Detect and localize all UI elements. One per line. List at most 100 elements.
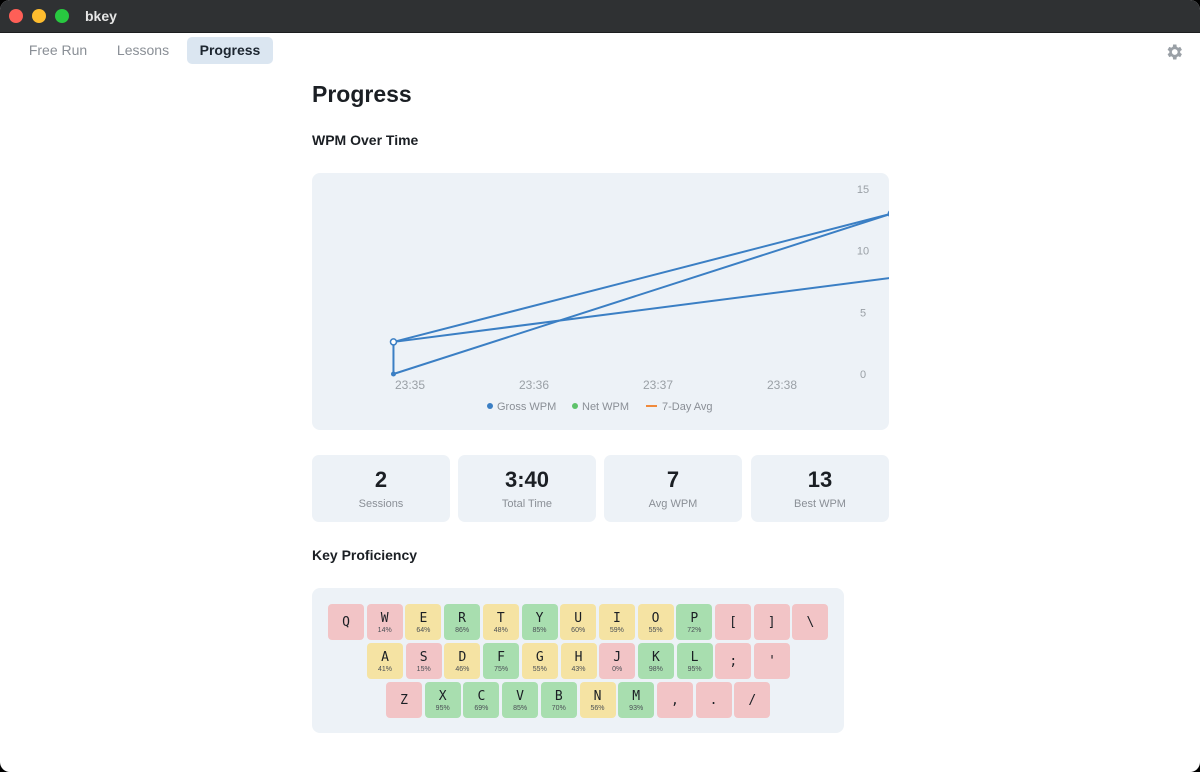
key-1-9: ;: [715, 643, 752, 679]
key-1-4: G 55%: [521, 643, 558, 679]
key-label: N: [593, 689, 602, 704]
key-accuracy: 14%: [377, 627, 392, 634]
key-label: J: [613, 650, 622, 665]
series-line-net-wpm: [393, 213, 889, 375]
y-tick-label: 10: [857, 246, 869, 258]
gear-icon[interactable]: [1164, 42, 1184, 62]
legend-label: 7-Day Avg: [662, 401, 713, 413]
key-label: H: [574, 650, 583, 665]
close-window-button[interactable]: [9, 9, 23, 23]
key-accuracy: 56%: [590, 705, 605, 712]
key-label: /: [748, 693, 757, 708]
wpm-chart: 0 5 10 15 23:35 23:36 23:37 23:38 Gross WPM Net W…: [389, 184, 889, 413]
x-tick-label: 23:35: [395, 378, 425, 392]
key-accuracy: 95%: [435, 705, 450, 712]
key-label: K: [651, 650, 660, 665]
key-accuracy: 69%: [474, 705, 489, 712]
key-label: D: [458, 650, 467, 665]
key-label: C: [477, 689, 486, 704]
key-label: ,: [670, 693, 679, 708]
key-1-0: A 41%: [367, 643, 403, 679]
stat-card-total-time: 3:40 Total Time: [458, 455, 596, 522]
keys-section-title: Key Proficiency: [312, 547, 418, 563]
key-label: X: [438, 689, 447, 704]
key-label: M: [632, 689, 641, 704]
data-point-gross-wpm: [389, 338, 398, 346]
x-tick-label: 23:37: [643, 378, 673, 392]
key-label: \: [806, 615, 815, 630]
key-accuracy: 60%: [571, 627, 586, 634]
y-tick-label: 15: [857, 184, 869, 196]
tab-free-run[interactable]: Free Run: [20, 37, 96, 64]
key-accuracy: 93%: [629, 705, 644, 712]
key-0-11: ]: [753, 604, 790, 640]
stat-card-avg-wpm: 7 Avg WPM: [604, 455, 742, 522]
key-1-6: J 0%: [599, 643, 636, 679]
key-0-8: O 55%: [637, 604, 674, 640]
legend-label: Gross WPM: [497, 401, 556, 413]
stat-value: 7: [666, 467, 680, 492]
y-tick-label: 5: [860, 307, 866, 319]
title-bar: bkey: [0, 0, 1200, 33]
key-accuracy: 64%: [416, 627, 431, 634]
key-2-0: Z: [386, 682, 422, 718]
legend-swatch: [487, 403, 493, 409]
key-label: U: [574, 611, 583, 626]
stat-label: Avg WPM: [648, 498, 698, 510]
key-accuracy: 41%: [377, 666, 392, 673]
key-label: V: [516, 689, 524, 704]
tab-lessons[interactable]: Lessons: [106, 37, 180, 64]
key-0-1: W 14%: [366, 604, 403, 640]
key-2-3: V 85%: [502, 682, 539, 718]
key-label: B: [554, 689, 563, 704]
key-1-8: L 95%: [676, 643, 713, 679]
key-1-3: F 75%: [483, 643, 520, 679]
stat-card-best-wpm: 13 Best WPM: [751, 455, 889, 522]
stat-value: 3:40: [504, 467, 550, 492]
y-tick-label: 0: [860, 369, 866, 381]
maximize-window-button[interactable]: [55, 9, 69, 23]
key-label: L: [690, 650, 699, 665]
key-label: F: [497, 650, 505, 665]
key-accuracy: 86%: [455, 627, 470, 634]
key-accuracy: 59%: [609, 627, 624, 634]
minimize-window-button[interactable]: [32, 9, 46, 23]
key-label: .: [709, 693, 718, 708]
stat-label: Best WPM: [794, 498, 846, 510]
stat-label: Total Time: [501, 498, 553, 510]
key-label: E: [419, 611, 428, 626]
key-accuracy: 0%: [612, 666, 623, 673]
key-label: P: [690, 611, 699, 626]
data-point-net-wpm: [390, 371, 396, 377]
key-accuracy: 75%: [494, 666, 509, 673]
key-2-2: C 69%: [463, 682, 500, 718]
key-1-2: D 46%: [444, 643, 481, 679]
key-label: A: [381, 650, 389, 665]
key-1-7: K 98%: [637, 643, 674, 679]
key-label: Z: [400, 693, 408, 708]
key-accuracy: 95%: [687, 666, 702, 673]
key-label: [: [729, 615, 737, 630]
key-label: ': [768, 654, 776, 669]
key-proficiency-keyboard: Q W 14% E 64% R 86% T 48% Y 85% U 60% I 59% O 55% P 72%[] \…: [312, 588, 844, 733]
key-2-5: N 56%: [579, 682, 616, 718]
key-label: ]: [767, 615, 776, 630]
key-2-4: B 70%: [540, 682, 577, 718]
key-accuracy: 70%: [551, 705, 566, 712]
key-accuracy: 48%: [493, 627, 508, 634]
key-accuracy: 15%: [416, 666, 431, 673]
key-2-6: M 93%: [618, 682, 655, 718]
key-label: R: [458, 611, 466, 626]
key-0-3: R 86%: [444, 604, 481, 640]
key-accuracy: 46%: [455, 666, 470, 673]
tab-progress[interactable]: Progress: [187, 37, 273, 64]
key-0-5: Y 85%: [521, 604, 558, 640]
key-1-5: H 43%: [560, 643, 597, 679]
key-2-1: X 95%: [424, 682, 461, 718]
key-0-12: \: [792, 604, 829, 640]
stat-value: 2: [374, 467, 388, 492]
key-0-4: T 48%: [482, 604, 519, 640]
tab-bar: Free Run Lessons Progress: [0, 33, 1200, 69]
wpm-chart-panel: 0 5 10 15 23:35 23:36 23:37 23:38 Gross WPM Net W…: [312, 173, 889, 430]
key-label: ;: [729, 654, 738, 669]
